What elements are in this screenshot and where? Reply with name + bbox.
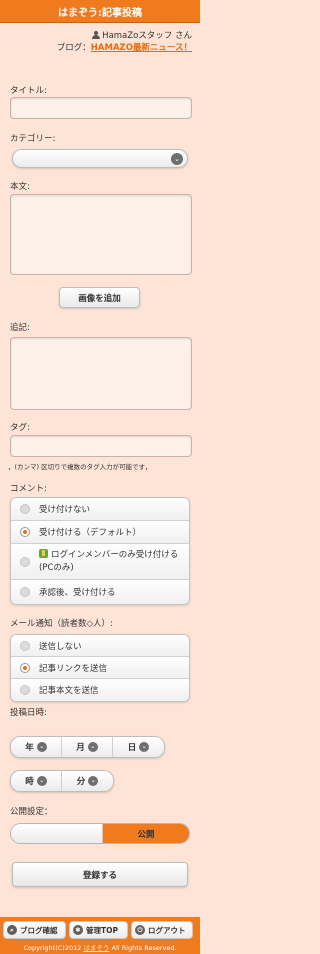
title-label: タイトル: bbox=[10, 86, 47, 96]
minute-select-label: 分 bbox=[76, 777, 86, 787]
add-image-button[interactable]: 画像を追加 bbox=[59, 287, 140, 308]
radio-off-icon bbox=[20, 556, 30, 567]
admin-top-label: 管理TOP bbox=[86, 925, 118, 935]
logout-label: ログアウト bbox=[148, 925, 186, 935]
mail-options: 送信しない 記事リンクを送信 記事本文を送信 bbox=[10, 634, 190, 702]
blog-info: ブログ：HAMAZO最新ニュース！ bbox=[57, 41, 192, 53]
body-label: 本文: bbox=[10, 182, 30, 192]
mail-option-label: 送信しない bbox=[39, 641, 82, 652]
publish-label: 公開設定： bbox=[10, 807, 53, 817]
admin-top-button[interactable]: ✱ 管理TOP bbox=[69, 921, 128, 939]
addendum-label: 追記: bbox=[10, 323, 30, 333]
chevron-down-icon: ⌄ bbox=[171, 153, 183, 165]
gear-icon: ✱ bbox=[73, 925, 83, 935]
search-icon: ⌕ bbox=[7, 925, 17, 935]
month-select[interactable]: 月 ⌄ bbox=[62, 737, 113, 757]
month-select-label: 月 bbox=[76, 743, 85, 753]
comment-options: 受け付けない 受け付ける（デフォルト） ログインメンバーのみ受け付ける(PCのみ… bbox=[10, 497, 190, 605]
copyright-suffix: All Rights Reserved. bbox=[111, 944, 177, 952]
user-icon bbox=[92, 31, 101, 39]
tag-input[interactable] bbox=[10, 435, 192, 457]
submit-button[interactable]: 登録する bbox=[12, 862, 188, 887]
copyright-prefix: Copyright(C)2012 bbox=[23, 944, 82, 952]
mail-option-link[interactable]: 記事リンクを送信 bbox=[11, 657, 189, 679]
radio-off-icon bbox=[20, 504, 30, 514]
category-select[interactable]: ⌄ bbox=[12, 149, 188, 168]
logout-icon: ⏻ bbox=[135, 925, 145, 935]
page-footer: ⌕ ブログ確認 ✱ 管理TOP ⏻ ログアウト Copyright(C)2012… bbox=[0, 917, 200, 954]
tag-label: タグ: bbox=[10, 423, 30, 433]
copyright-brand-link[interactable]: はまぞう bbox=[83, 944, 109, 952]
page-header: はまぞう:記事投稿 bbox=[0, 0, 200, 23]
blog-check-label: ブログ確認 bbox=[20, 925, 58, 935]
minute-select[interactable]: 分 ⌄ bbox=[62, 771, 113, 791]
radio-on-icon bbox=[20, 527, 30, 537]
mail-option-body[interactable]: 記事本文を送信 bbox=[11, 679, 189, 701]
category-label: カテゴリー: bbox=[10, 134, 56, 144]
radio-on-icon bbox=[20, 662, 30, 673]
year-select[interactable]: 年 ⌄ bbox=[11, 737, 62, 757]
chevron-down-icon: ⌄ bbox=[36, 742, 47, 752]
addendum-textarea[interactable] bbox=[10, 337, 192, 410]
time-selects: 時 ⌄ 分 ⌄ bbox=[10, 770, 114, 792]
beginner-mark-icon bbox=[39, 548, 48, 558]
publish-toggle[interactable]: 公開 bbox=[10, 823, 190, 844]
tag-hint: ，(カンマ) 区切りで複数のタグ入力が可能です， bbox=[8, 463, 152, 471]
title-input[interactable] bbox=[10, 97, 192, 119]
day-select-label: 日 bbox=[127, 743, 137, 753]
chevron-down-icon: ⌄ bbox=[87, 742, 98, 752]
comment-option-accept[interactable]: 受け付ける（デフォルト） bbox=[11, 521, 189, 544]
year-select-label: 年 bbox=[25, 743, 34, 753]
radio-off-icon bbox=[20, 685, 30, 695]
chevron-down-icon: ⌄ bbox=[36, 776, 47, 786]
toggle-handle bbox=[11, 824, 103, 843]
day-select[interactable]: 日 ⌄ bbox=[113, 737, 164, 757]
comment-label: コメント: bbox=[10, 484, 47, 494]
copyright: Copyright(C)2012 はまぞう All Rights Reserve… bbox=[0, 942, 200, 952]
comment-option-label: 受け付ける（デフォルト） bbox=[39, 528, 142, 538]
hour-select[interactable]: 時 ⌄ bbox=[11, 771, 62, 791]
blog-prefix: ブログ： bbox=[56, 43, 91, 53]
radio-off-icon bbox=[20, 587, 30, 597]
comment-option-label: 承認後、受け付ける bbox=[39, 588, 116, 598]
logout-button[interactable]: ⏻ ログアウト bbox=[131, 921, 193, 939]
radio-off-icon bbox=[20, 640, 30, 651]
comment-option-approval[interactable]: 承認後、受け付ける bbox=[11, 580, 189, 604]
user-info: HamaZoスタッフ さん bbox=[92, 29, 192, 41]
hour-select-label: 時 bbox=[25, 777, 34, 787]
comment-option-members[interactable]: ログインメンバーのみ受け付ける(PCのみ) bbox=[11, 544, 189, 580]
mail-option-label: 記事本文を送信 bbox=[39, 686, 99, 696]
comment-option-label: 受け付けない bbox=[39, 505, 91, 515]
publish-value: 公開 bbox=[103, 824, 189, 843]
body-textarea[interactable] bbox=[10, 194, 192, 275]
date-selects: 年 ⌄ 月 ⌄ 日 ⌄ bbox=[10, 736, 165, 758]
chevron-down-icon: ⌄ bbox=[139, 742, 150, 752]
chevron-down-icon: ⌄ bbox=[88, 776, 99, 786]
blog-check-button[interactable]: ⌕ ブログ確認 bbox=[3, 921, 66, 939]
mail-label: メール通知（読者数◇人）: bbox=[10, 619, 113, 629]
comment-option-reject[interactable]: 受け付けない bbox=[11, 498, 189, 521]
user-name: HamaZoスタッフ さん bbox=[102, 31, 192, 41]
mail-option-label: 記事リンクを送信 bbox=[39, 663, 108, 674]
mail-option-none[interactable]: 送信しない bbox=[11, 635, 189, 657]
page-title: はまぞう:記事投稿 bbox=[58, 7, 142, 19]
comment-option-label: ログインメンバーのみ受け付ける(PCのみ) bbox=[39, 549, 179, 573]
blog-name-link[interactable]: HAMAZO最新ニュース！ bbox=[91, 43, 192, 53]
date-label: 投稿日時: bbox=[10, 708, 47, 718]
